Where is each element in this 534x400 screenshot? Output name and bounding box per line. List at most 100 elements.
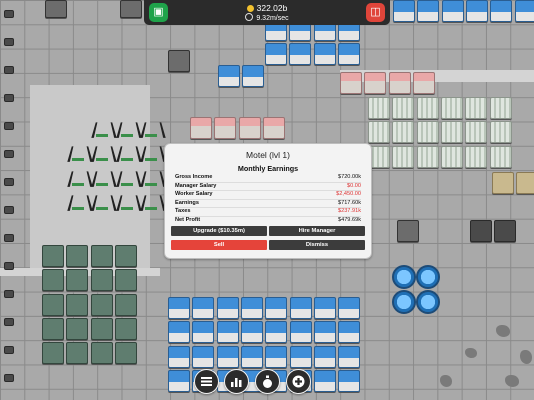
apartment-building[interactable] xyxy=(66,342,89,365)
motel-building[interactable] xyxy=(240,321,263,344)
tower-building[interactable] xyxy=(140,167,162,189)
office-building[interactable] xyxy=(465,145,488,168)
motel-building[interactable] xyxy=(338,297,361,319)
hire-manager-button[interactable]: Hire Manager xyxy=(269,226,365,236)
apartment-building[interactable] xyxy=(114,293,137,316)
motel-building[interactable] xyxy=(216,345,239,368)
apartment-building[interactable] xyxy=(114,342,137,365)
street-lamp[interactable] xyxy=(4,346,14,354)
tower-building[interactable] xyxy=(116,191,138,213)
shop-building[interactable] xyxy=(262,117,285,139)
apartment-building[interactable] xyxy=(90,342,113,365)
street-lamp[interactable] xyxy=(4,122,14,130)
rock[interactable] xyxy=(505,375,519,387)
rock[interactable] xyxy=(465,348,477,358)
motel-building[interactable] xyxy=(393,0,415,22)
shop-building[interactable] xyxy=(388,72,411,94)
street-lamp[interactable] xyxy=(4,66,14,74)
rock[interactable] xyxy=(520,350,532,364)
motel-building[interactable] xyxy=(168,345,190,368)
street-lamp[interactable] xyxy=(4,234,14,242)
tower-building[interactable] xyxy=(116,142,138,164)
motel-building[interactable] xyxy=(289,345,312,368)
motel-building[interactable] xyxy=(216,297,239,319)
office-building[interactable] xyxy=(489,121,512,144)
motel-building[interactable] xyxy=(216,321,239,344)
tower-building[interactable] xyxy=(67,142,89,164)
factory-building[interactable] xyxy=(470,220,492,242)
motel-building[interactable] xyxy=(313,369,336,392)
office-building[interactable] xyxy=(416,97,439,119)
motel-building[interactable] xyxy=(465,0,488,22)
tower-building[interactable] xyxy=(116,167,138,189)
office-building[interactable] xyxy=(465,121,488,144)
apartment-building[interactable] xyxy=(42,317,64,340)
apartment-building[interactable] xyxy=(42,245,64,267)
motel-building[interactable] xyxy=(168,297,190,319)
office-building[interactable] xyxy=(440,97,463,119)
motel-building[interactable] xyxy=(265,345,288,368)
dome-building[interactable] xyxy=(392,290,416,314)
motel-building[interactable] xyxy=(338,345,361,368)
street-lamp[interactable] xyxy=(4,38,14,46)
motel-building[interactable] xyxy=(338,321,361,344)
office-building[interactable] xyxy=(392,121,415,144)
motel-building[interactable] xyxy=(441,0,464,22)
apartment-building[interactable] xyxy=(90,245,113,267)
apartment-building[interactable] xyxy=(66,293,89,316)
motel-building[interactable] xyxy=(313,297,336,319)
factory-building[interactable] xyxy=(494,220,516,242)
street-lamp[interactable] xyxy=(4,10,14,18)
garage-building[interactable] xyxy=(45,0,67,18)
street-lamp[interactable] xyxy=(4,262,14,270)
street-lamp[interactable] xyxy=(4,374,14,382)
garage-building[interactable] xyxy=(168,50,190,72)
menu-button[interactable] xyxy=(194,369,219,394)
motel-building[interactable] xyxy=(265,43,287,66)
apartment-building[interactable] xyxy=(90,269,113,292)
shop-building[interactable] xyxy=(238,117,261,139)
tower-building[interactable] xyxy=(67,167,89,189)
motel-building[interactable] xyxy=(168,321,190,344)
apartment-building[interactable] xyxy=(114,317,137,340)
motel-building[interactable] xyxy=(417,0,440,22)
office-building[interactable] xyxy=(440,121,463,144)
motel-building[interactable] xyxy=(289,43,312,66)
motel-building[interactable] xyxy=(168,369,190,392)
tower-building[interactable] xyxy=(140,142,162,164)
apartment-building[interactable] xyxy=(90,317,113,340)
street-lamp[interactable] xyxy=(4,150,14,158)
add-button[interactable] xyxy=(286,369,311,394)
money-bag-button[interactable] xyxy=(255,369,280,394)
motel-building[interactable] xyxy=(192,321,215,344)
apartment-building[interactable] xyxy=(114,245,137,267)
office-building[interactable] xyxy=(392,145,415,168)
apartment-building[interactable] xyxy=(42,342,64,365)
motel-building[interactable] xyxy=(192,345,215,368)
motel-building[interactable] xyxy=(338,369,361,392)
shop-building[interactable] xyxy=(412,72,435,94)
motel-building[interactable] xyxy=(242,65,265,87)
office-building[interactable] xyxy=(392,97,415,119)
dome-building[interactable] xyxy=(392,265,416,289)
office-building[interactable] xyxy=(416,121,439,144)
apartment-building[interactable] xyxy=(66,245,89,267)
street-lamp[interactable] xyxy=(4,206,14,214)
tower-building[interactable] xyxy=(91,118,113,140)
apartment-building[interactable] xyxy=(66,317,89,340)
shop-building[interactable] xyxy=(214,117,237,139)
office-building[interactable] xyxy=(465,97,488,119)
apartment-building[interactable] xyxy=(42,269,64,292)
shop-building[interactable] xyxy=(364,72,387,94)
office-building[interactable] xyxy=(416,145,439,168)
office-building[interactable] xyxy=(440,145,463,168)
tower-building[interactable] xyxy=(67,191,89,213)
motel-building[interactable] xyxy=(289,297,312,319)
motel-building[interactable] xyxy=(337,43,360,66)
tower-building[interactable] xyxy=(140,118,162,140)
shop-building[interactable] xyxy=(190,117,212,139)
motel-building[interactable] xyxy=(313,345,336,368)
tower-building[interactable] xyxy=(91,167,113,189)
motel-building[interactable] xyxy=(289,321,312,344)
motel-building[interactable] xyxy=(192,297,215,319)
